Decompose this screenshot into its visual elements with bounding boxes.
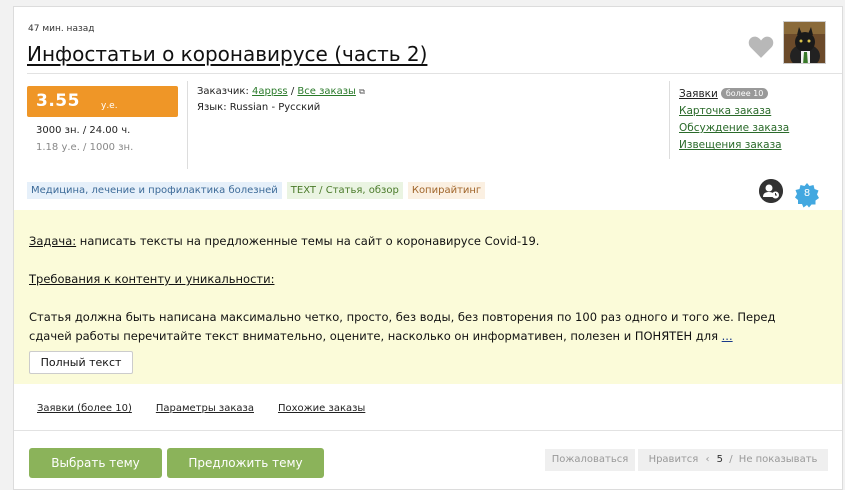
notifications-link[interactable]: Извещения заказа	[679, 137, 789, 154]
like-button[interactable]: Нравится	[649, 454, 699, 465]
task-body-line-1: Статья должна быть написана максимально …	[29, 310, 776, 324]
count-badge-value: 8	[803, 188, 811, 199]
divider	[669, 81, 670, 159]
customer-label: Заказчик:	[197, 86, 249, 97]
customer-link[interactable]: 4appss	[252, 86, 288, 97]
divider	[27, 73, 842, 74]
task-text: написать тексты на предложенные темы на …	[76, 234, 540, 248]
task-line: Задача: написать тексты на предложенные …	[29, 234, 539, 248]
price-box: 3.55 у.е.	[27, 86, 178, 117]
time-ago: 47 мин. назад	[28, 24, 95, 34]
applications-label: Заявки	[679, 88, 718, 100]
divider	[187, 81, 188, 169]
complain-button[interactable]: Пожаловаться	[545, 449, 635, 471]
external-link-icon[interactable]: ⧉	[359, 87, 365, 96]
price-currency: у.е.	[101, 101, 118, 111]
choose-topic-button[interactable]: Выбрать тему	[29, 448, 162, 478]
customer-row: Заказчик: 4appss / Все заказы ⧉	[197, 86, 365, 97]
task-body-text: сдачей работы перечитайте текст внимател…	[29, 329, 722, 343]
order-links: Заявки более 10 Карточка заказа Обсуждени…	[679, 86, 789, 154]
subnav-applications[interactable]: Заявки (более 10)	[37, 403, 132, 414]
chevron-left-icon: ‹	[705, 454, 710, 465]
like-bar: Нравится ‹ 5 / Не показывать	[638, 449, 828, 471]
propose-topic-button[interactable]: Предложить тему	[167, 448, 324, 478]
tag-type[interactable]: TEXT / Статья, обзор	[286, 182, 403, 199]
tag-category[interactable]: Медицина, лечение и профилактика болезне…	[27, 182, 282, 199]
full-text-button[interactable]: Полный текст	[29, 351, 133, 374]
count-badge: 8	[794, 182, 820, 208]
divider	[14, 430, 842, 431]
price-rate: 1.18 у.е. / 1000 зн.	[36, 142, 134, 153]
order-card: 47 мин. назад Инфостатьи о коронавирусе …	[13, 6, 843, 490]
meta-separator: /	[290, 86, 295, 97]
hide-button[interactable]: Не показывать	[739, 454, 818, 465]
language-value: Russian - Русский	[229, 102, 321, 113]
requirements-heading: Требования к контенту и уникальности:	[29, 272, 275, 286]
language-label: Язык:	[197, 102, 227, 113]
read-more-link[interactable]: ...	[722, 329, 733, 343]
task-body-line-2: сдачей работы перечитайте текст внимател…	[29, 329, 733, 343]
user-clock-icon[interactable]	[759, 179, 783, 203]
price-value: 3.55	[36, 91, 80, 111]
task-label: Задача:	[29, 234, 77, 248]
discussion-link[interactable]: Обсуждение заказа	[679, 120, 789, 137]
language-row: Язык: Russian - Русский	[197, 102, 320, 113]
order-title[interactable]: Инфостатьи о коронавирусе (часть 2)	[27, 42, 427, 66]
all-orders-link[interactable]: Все заказы	[297, 86, 356, 97]
order-volume: 3000 зн. / 24.00 ч.	[36, 125, 131, 136]
heart-icon[interactable]	[748, 35, 774, 59]
avatar-image	[784, 22, 825, 63]
applications-link[interactable]: Заявки более 10	[679, 86, 789, 103]
avatar[interactable]	[783, 21, 826, 64]
order-card-link[interactable]: Карточка заказа	[679, 103, 789, 120]
subnav-parameters[interactable]: Параметры заказа	[156, 403, 254, 414]
order-subnav: Заявки (более 10) Параметры заказа Похож…	[37, 403, 365, 414]
tag-list: Медицина, лечение и профилактика болезне…	[27, 182, 486, 199]
applications-badge: более 10	[720, 88, 769, 99]
tag-service[interactable]: Копирайтинг	[407, 182, 486, 199]
like-count: 5	[716, 454, 724, 465]
task-description: Задача: написать тексты на предложенные …	[14, 210, 842, 384]
subnav-similar[interactable]: Похожие заказы	[278, 403, 365, 414]
slash-separator: /	[729, 454, 733, 465]
